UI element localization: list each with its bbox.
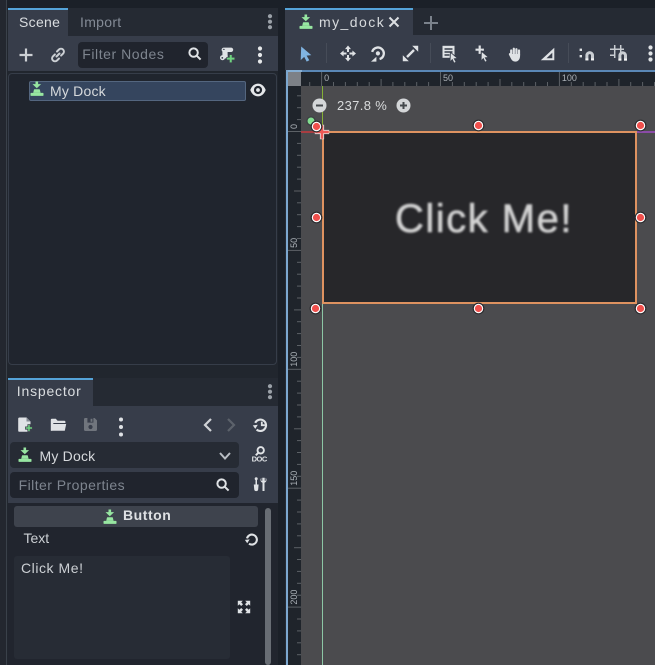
svg-text:150: 150: [289, 471, 299, 486]
svg-text:50: 50: [289, 238, 299, 248]
svg-text:DOC: DOC: [252, 454, 268, 463]
svg-text:50: 50: [443, 73, 453, 83]
svg-text:200: 200: [289, 590, 299, 605]
svg-text:100: 100: [562, 73, 577, 83]
svg-text:0: 0: [289, 124, 299, 129]
svg-text:0: 0: [324, 73, 329, 83]
svg-text:100: 100: [289, 352, 299, 367]
